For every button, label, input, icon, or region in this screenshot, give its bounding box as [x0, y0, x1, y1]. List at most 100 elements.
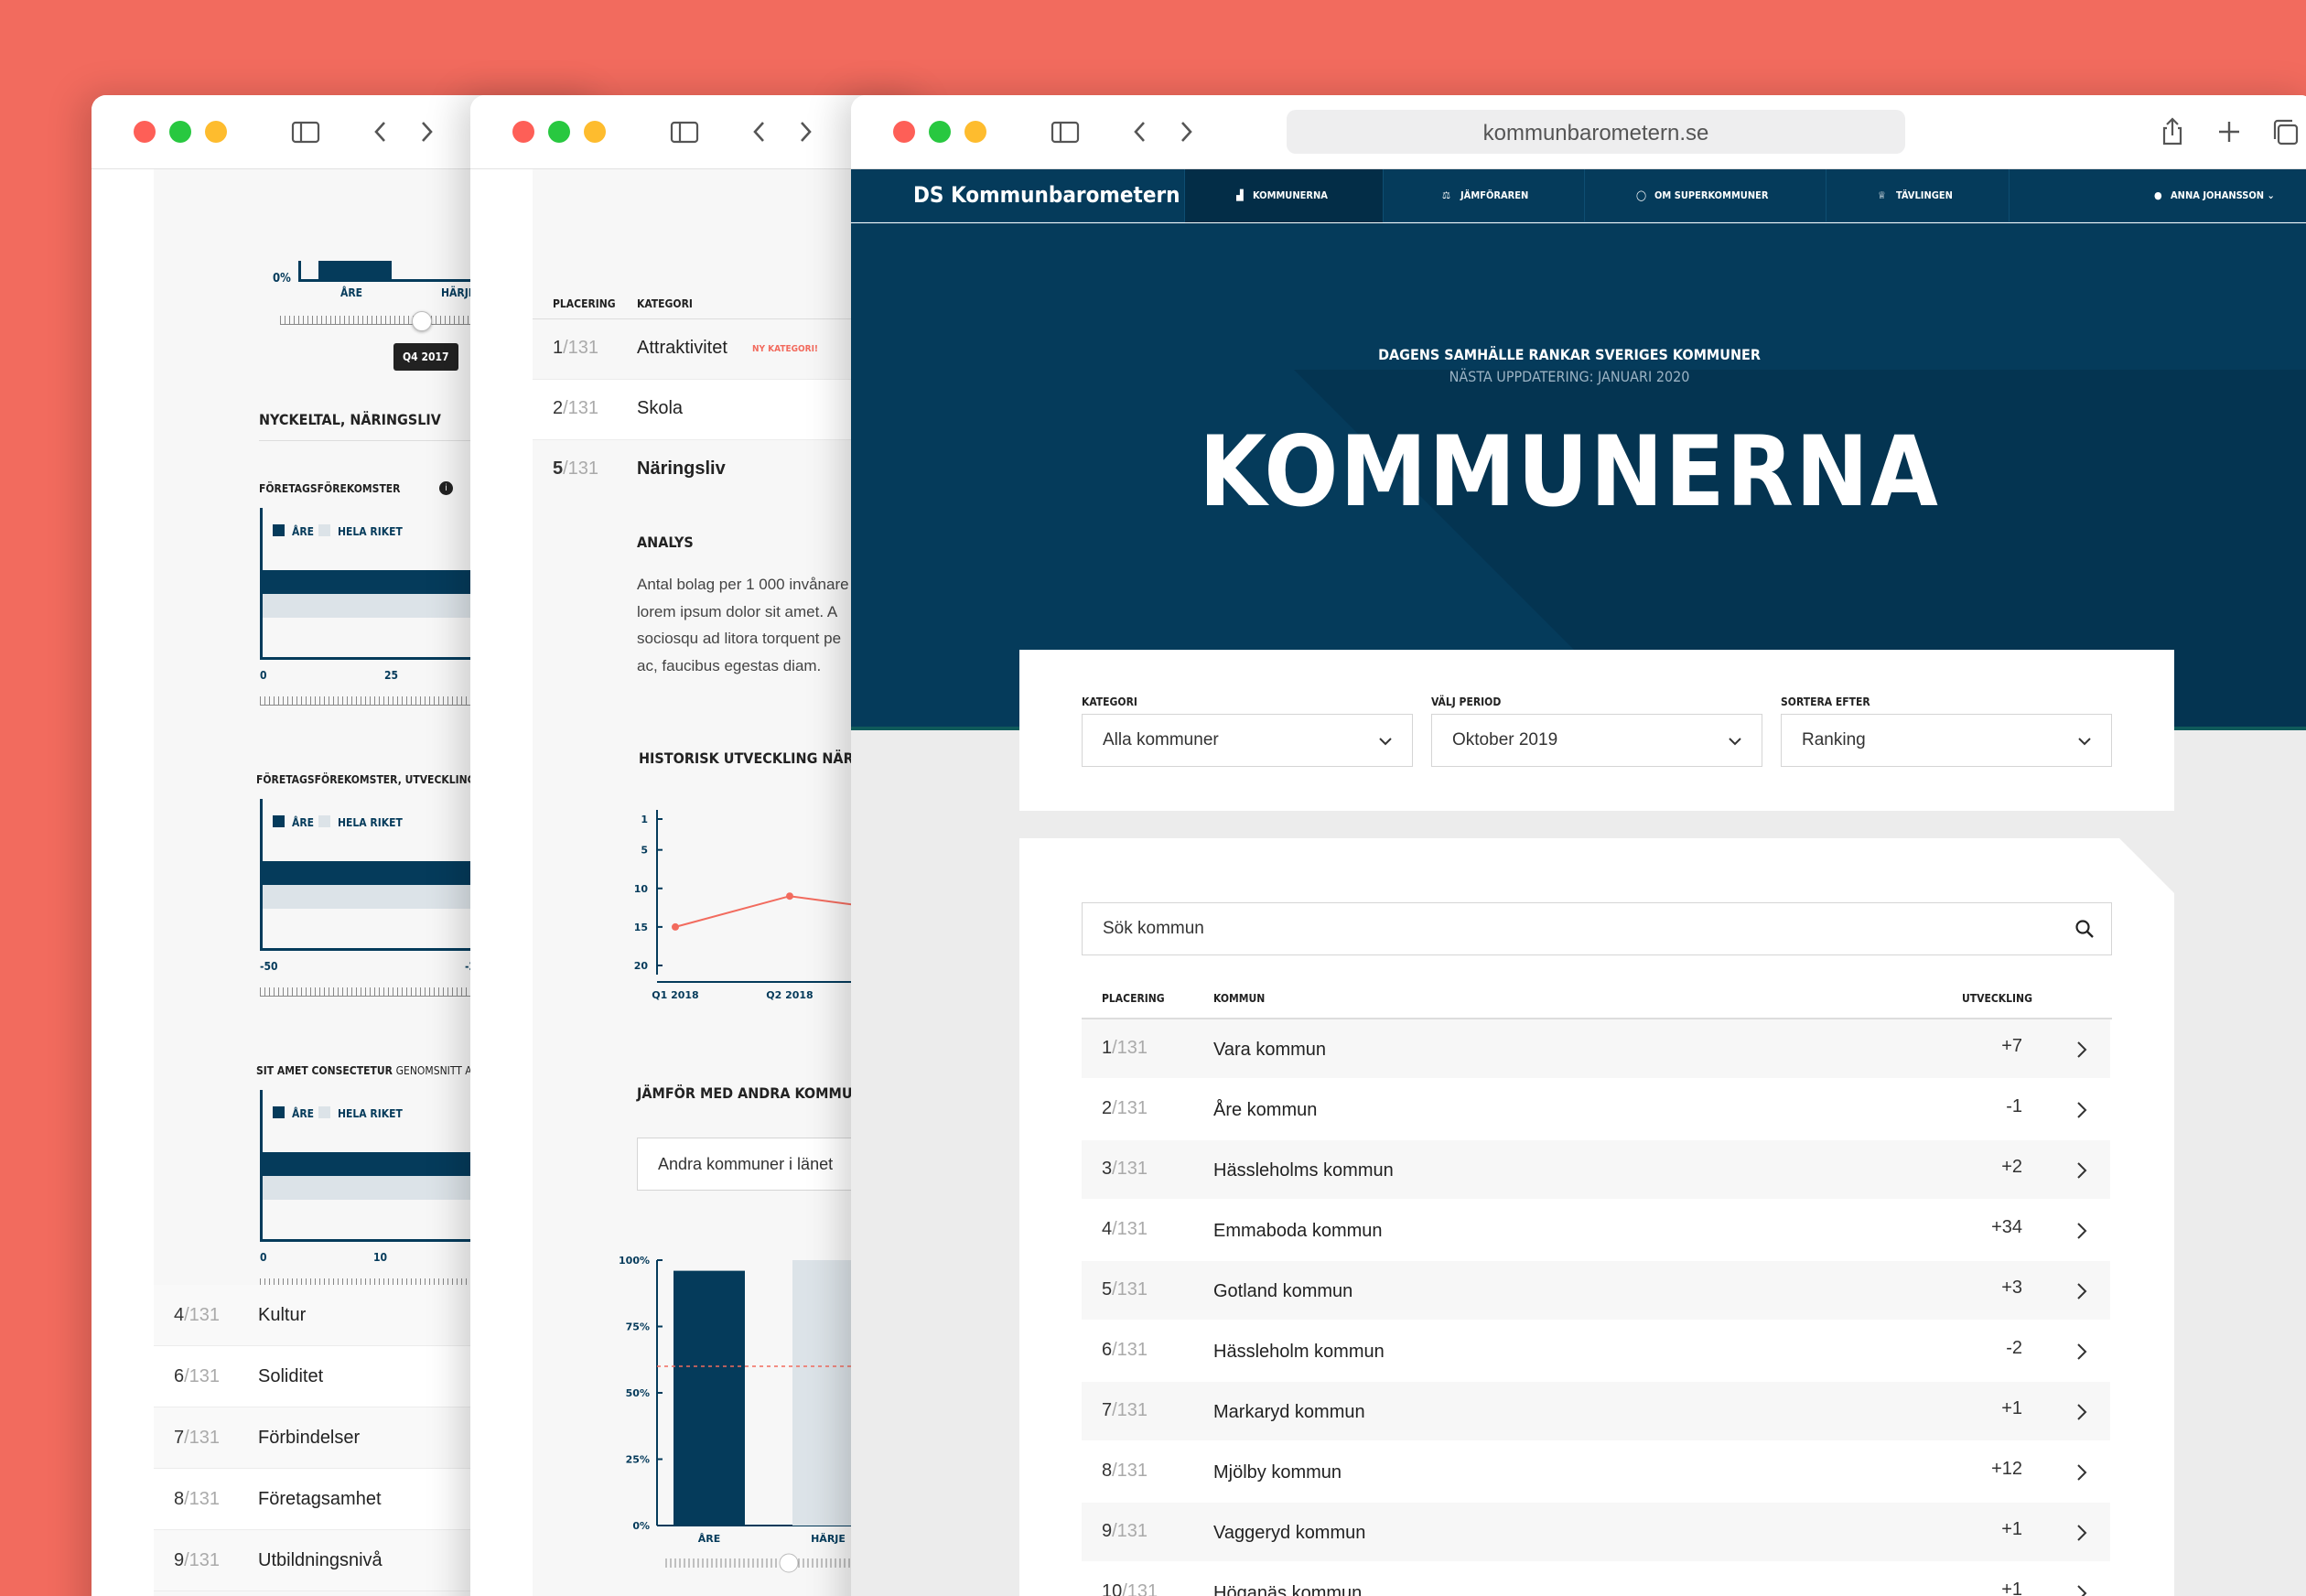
nav-item-kommunerna[interactable]: ▟ KOMMUNERNA — [1184, 169, 1384, 222]
table-row[interactable]: 8/131 Mjölby kommun +12 — [1082, 1442, 2110, 1503]
rank-change: +2 — [2001, 1157, 2022, 1177]
chart-title: FÖRETAGSFÖREKOMSTER, UTVECKLING — [256, 773, 476, 786]
chevron-right-icon — [2077, 1343, 2087, 1360]
zoom-window-button[interactable] — [964, 121, 986, 143]
forward-icon[interactable] — [1168, 113, 1204, 150]
kategori-select[interactable]: Alla kommuner — [1082, 714, 1413, 767]
chevron-down-icon — [1729, 738, 1741, 746]
rank-total: /131 — [184, 1305, 221, 1325]
rank-total: /131 — [1112, 1038, 1148, 1058]
kommun-name: Vaggeryd kommun — [1213, 1523, 1366, 1543]
forward-icon[interactable] — [408, 113, 445, 150]
search-input[interactable]: Sök kommun — [1082, 902, 2112, 955]
kommun-name: Mjölby kommun — [1213, 1462, 1342, 1483]
table-row[interactable]: 2/131 Åre kommun -1 — [1082, 1080, 2110, 1140]
table-row[interactable]: 9/131 Vaggeryd kommun +1 — [1082, 1503, 2110, 1563]
chevron-right-icon — [2077, 1585, 2087, 1596]
rank-total: /131 — [563, 458, 599, 479]
table-row[interactable]: 10/131 Höganäs kommun +1 — [1082, 1563, 2110, 1596]
table-row[interactable]: 1/131 Vara kommun +7 — [1082, 1019, 2110, 1080]
slider-handle — [779, 1553, 799, 1573]
y-tick-label: 75% — [626, 1321, 650, 1333]
share-icon[interactable] — [2154, 113, 2191, 150]
sidebar-icon[interactable] — [1047, 113, 1083, 150]
y-tick-label: 100% — [619, 1255, 650, 1267]
sidebar-icon[interactable] — [666, 113, 703, 150]
nav-item-jamforaren[interactable]: ⚖ JÄMFÖRAREN — [1384, 169, 1585, 222]
minimize-window-button[interactable] — [929, 121, 951, 143]
close-window-button[interactable] — [134, 121, 156, 143]
url-text: kommunbarometern.se — [1482, 121, 1709, 146]
rank: 2 — [553, 398, 564, 418]
scales-icon: ⚖ — [1442, 189, 1450, 201]
back-icon[interactable] — [1122, 113, 1158, 150]
category-name: Attraktivitet — [637, 338, 727, 358]
back-icon[interactable] — [362, 113, 399, 150]
category-name: Utbildningsnivå — [258, 1550, 383, 1570]
back-icon[interactable] — [741, 113, 778, 150]
rank: 7 — [174, 1428, 185, 1448]
y-tick-label: 20 — [634, 960, 649, 972]
zoom-window-button[interactable] — [584, 121, 606, 143]
rank-change: +1 — [2001, 1580, 2022, 1596]
axis — [298, 261, 301, 281]
zoom-window-button[interactable] — [205, 121, 227, 143]
rank: 6 — [174, 1366, 185, 1386]
y-tick-label: 5 — [641, 845, 648, 857]
new-badge: NY KATEGORI! — [752, 344, 819, 354]
chevron-down-icon — [2078, 738, 2091, 746]
close-window-button[interactable] — [893, 121, 915, 143]
x-tick-label: ÅRE — [698, 1533, 721, 1545]
rank-total: /131 — [1112, 1279, 1148, 1299]
rank-total: /131 — [184, 1489, 221, 1509]
legend-are: ÅRE — [292, 816, 315, 829]
period-select[interactable]: Oktober 2019 — [1431, 714, 1762, 767]
slider-handle[interactable] — [412, 311, 432, 331]
table-row[interactable]: 7/131 Markaryd kommun +1 — [1082, 1382, 2110, 1442]
legend-riket: HELA RIKET — [338, 1107, 403, 1120]
chevron-down-icon: ⌄ — [2264, 189, 2275, 201]
kommun-name: Gotland kommun — [1213, 1281, 1353, 1301]
filter-label: KATEGORI — [1082, 696, 1137, 708]
site-logo[interactable]: DS Kommunbarometern — [913, 182, 1180, 208]
chevron-right-icon — [2077, 1283, 2087, 1299]
address-bar[interactable]: kommunbarometern.se — [1287, 110, 1905, 154]
y-zero-label: 0% — [273, 272, 291, 286]
chart-title: FÖRETAGSFÖREKOMSTER — [259, 482, 401, 495]
rank: 7 — [1102, 1400, 1113, 1420]
table-row[interactable]: 3/131 Hässleholms kommun +2 — [1082, 1140, 2110, 1201]
kommun-name: Markaryd kommun — [1213, 1402, 1365, 1422]
table-row[interactable]: 4/131 Emmaboda kommun +34 — [1082, 1201, 2110, 1261]
chart-title: SIT AMET CONSECTETUR GENOMSNITT AV PERI — [256, 1064, 503, 1077]
forward-icon[interactable] — [787, 113, 824, 150]
search-icon[interactable] — [2074, 919, 2095, 939]
paragraph-line: ac, faucibus egestas diam. — [637, 657, 822, 674]
x-tick: 0 — [260, 669, 267, 682]
paragraph-line: sociosqu ad litora torquent pe — [637, 630, 842, 647]
minimize-window-button[interactable] — [169, 121, 191, 143]
x-tick-label: Q1 2018 — [652, 989, 698, 1001]
nav-item-tavlingen[interactable]: ♕ TÄVLINGEN — [1826, 169, 2010, 222]
minimize-window-button[interactable] — [548, 121, 570, 143]
info-icon[interactable]: i — [439, 481, 453, 495]
table-row[interactable]: 6/131 Hässleholm kommun -2 — [1082, 1321, 2110, 1382]
user-menu[interactable]: ● ANNA JOHANSSON ⌄ — [2154, 189, 2275, 201]
nav-item-om-superkommuner[interactable]: ◯ OM SUPERKOMMUNER — [1585, 169, 1826, 222]
x-tick: 10 — [373, 1251, 388, 1264]
rank-total: /131 — [563, 338, 599, 358]
table-row[interactable]: 5/131 Gotland kommun +3 — [1082, 1261, 2110, 1321]
legend-are: ÅRE — [292, 1107, 315, 1120]
rank-total: /131 — [1112, 1400, 1148, 1420]
x-tick: 25 — [384, 669, 399, 682]
tabs-overview-icon[interactable] — [2268, 113, 2304, 150]
new-tab-icon[interactable] — [2211, 113, 2247, 150]
rank-total: /131 — [563, 398, 599, 418]
x-tick: -50 — [260, 960, 278, 973]
rank-change: +3 — [2001, 1278, 2022, 1298]
sidebar-icon[interactable] — [287, 113, 324, 150]
sort-select[interactable]: Ranking — [1781, 714, 2112, 767]
rank: 4 — [1102, 1219, 1113, 1239]
results-panel: Sök kommun PLACERING KOMMUN UTVECKLING 1… — [1019, 838, 2174, 1596]
paragraph-line: lorem ipsum dolor sit amet. A — [637, 603, 838, 620]
close-window-button[interactable] — [512, 121, 534, 143]
